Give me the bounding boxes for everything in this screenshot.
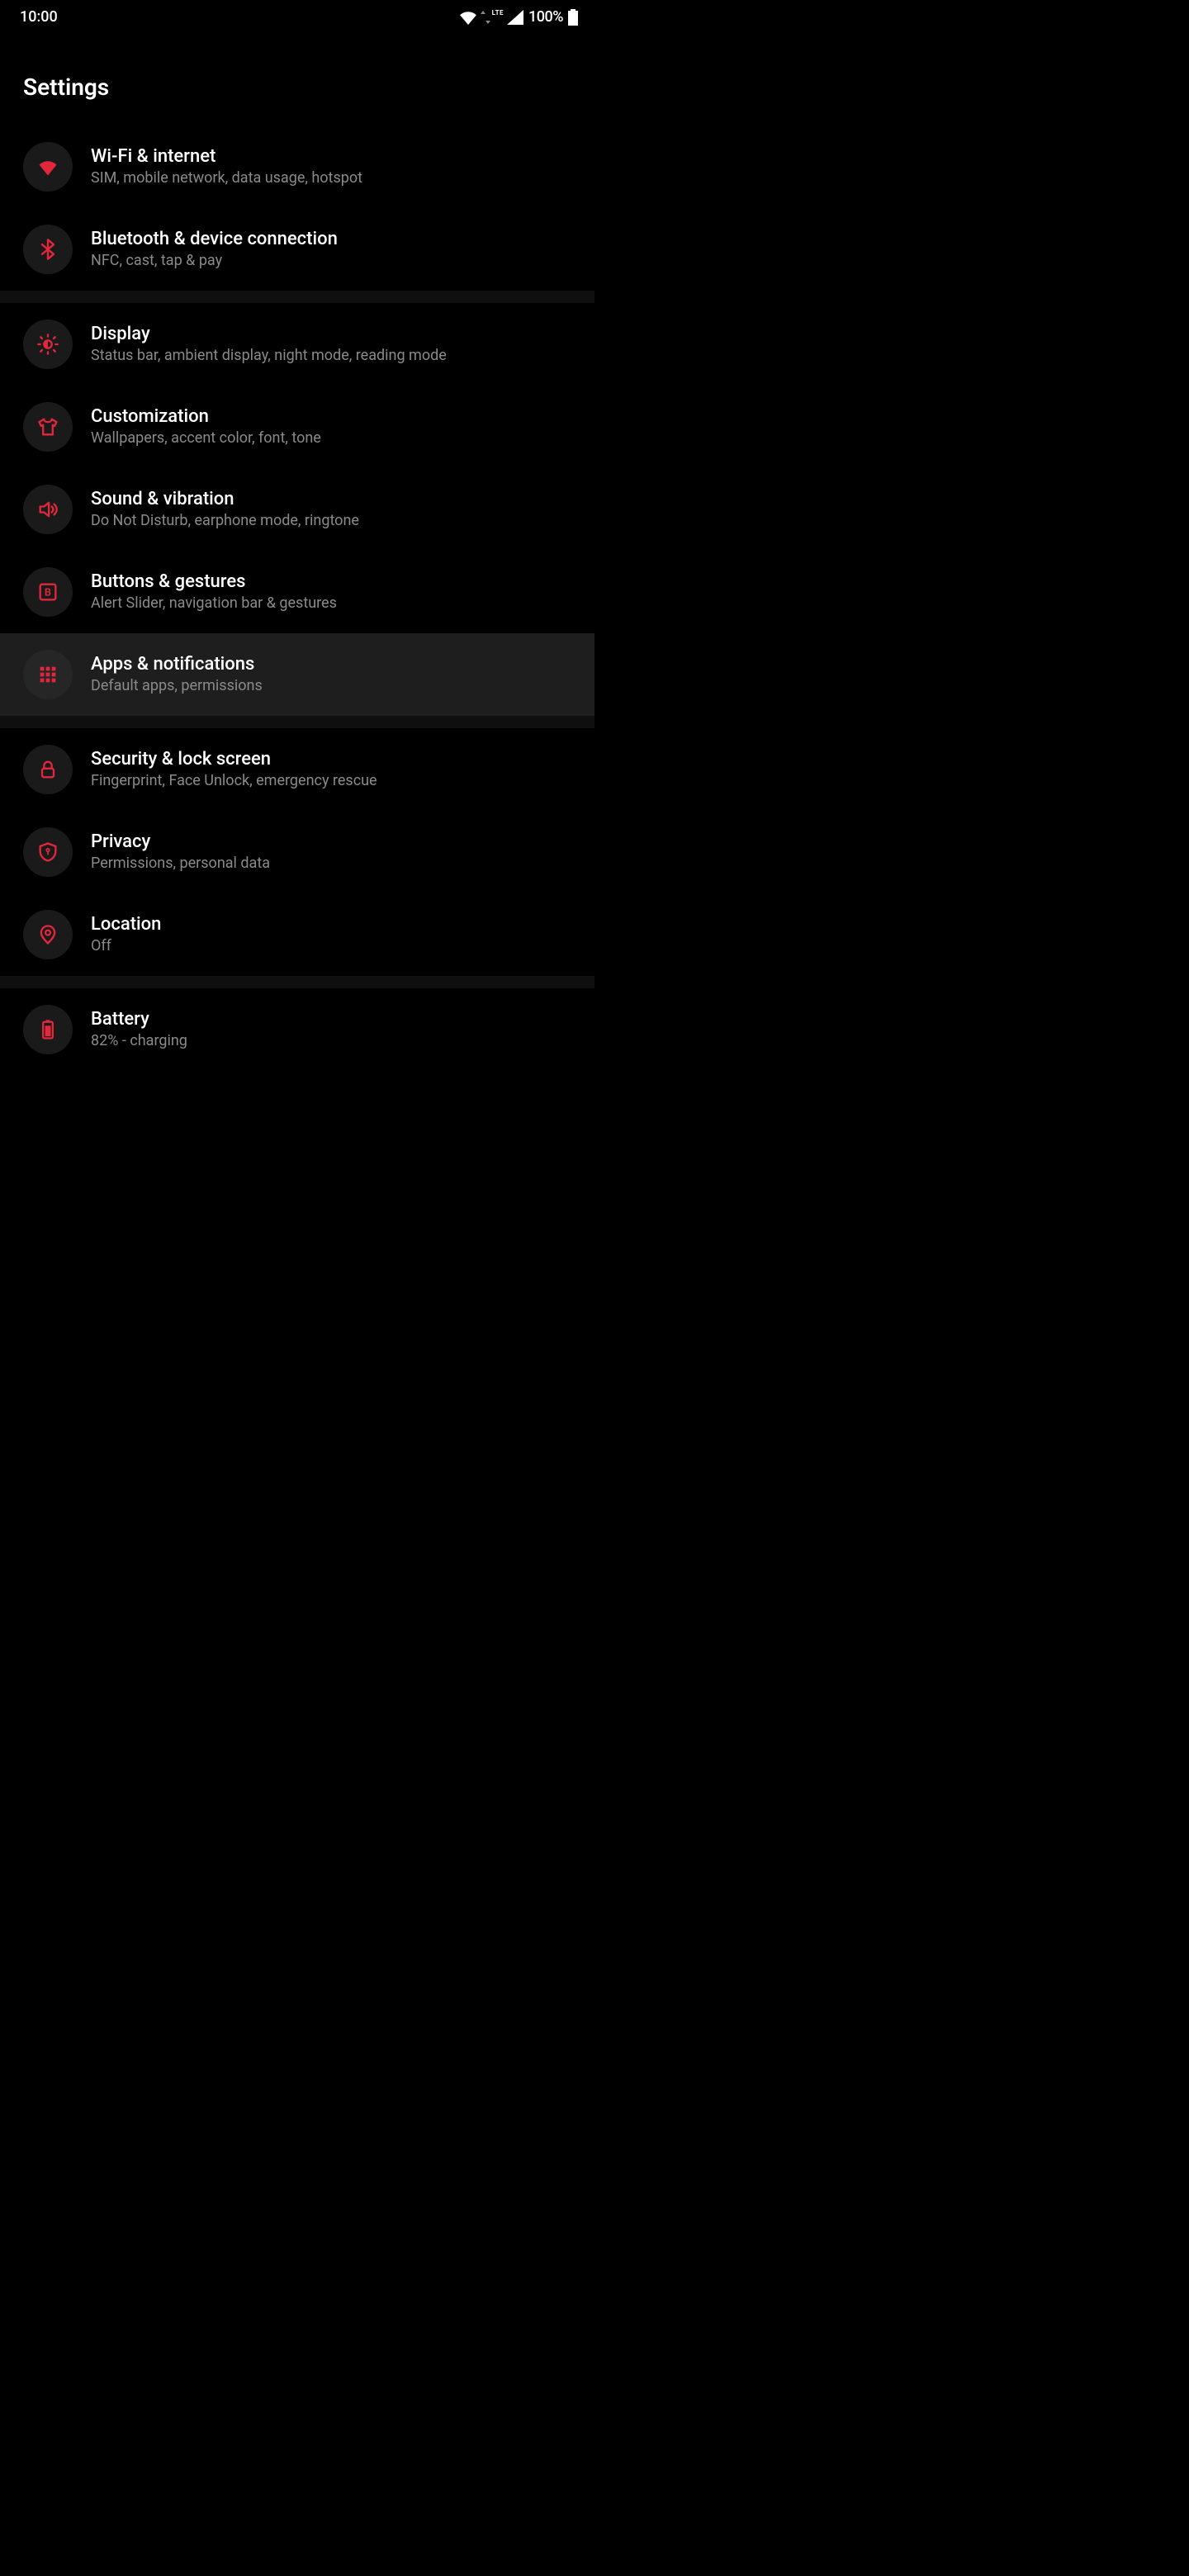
- network-type-label: LTE: [492, 9, 504, 17]
- settings-item-title: Buttons & gestures: [91, 571, 337, 592]
- settings-item-subtitle: Fingerprint, Face Unlock, emergency resc…: [91, 771, 377, 790]
- battery-percentage: 100%: [528, 8, 563, 26]
- wifi-icon: [23, 142, 73, 192]
- status-bar: 10:00 LTE 100%: [0, 0, 594, 32]
- tshirt-icon: [23, 402, 73, 452]
- lock-icon: [23, 745, 73, 794]
- settings-item-title: Apps & notifications: [91, 654, 263, 675]
- settings-item-subtitle: NFC, cast, tap & pay: [91, 251, 338, 270]
- settings-item-subtitle: Permissions, personal data: [91, 854, 270, 873]
- settings-item-subtitle: Do Not Disturb, earphone mode, ringtone: [91, 511, 359, 530]
- settings-item-subtitle: SIM, mobile network, data usage, hotspot: [91, 168, 362, 187]
- cell-signal-icon: [507, 10, 523, 25]
- data-arrows-icon: [481, 10, 490, 25]
- settings-item-privacy[interactable]: Privacy Permissions, personal data: [0, 811, 594, 893]
- settings-item-title: Location: [91, 914, 161, 935]
- page-title: Settings: [0, 32, 594, 125]
- settings-list: Wi-Fi & internet SIM, mobile network, da…: [0, 125, 594, 1071]
- settings-item-subtitle: Default apps, permissions: [91, 676, 263, 695]
- status-time: 10:00: [20, 8, 58, 26]
- speaker-icon: [23, 485, 73, 534]
- settings-item-subtitle: Status bar, ambient display, night mode,…: [91, 346, 447, 365]
- bluetooth-icon: [23, 225, 73, 274]
- group-divider: [0, 716, 594, 728]
- settings-item-title: Security & lock screen: [91, 749, 377, 769]
- status-right: LTE 100%: [459, 8, 578, 26]
- settings-item-location[interactable]: Location Off: [0, 893, 594, 976]
- settings-item-battery[interactable]: Battery 82% - charging: [0, 988, 594, 1071]
- wifi-signal-icon: [459, 10, 477, 25]
- battery-icon: [568, 9, 578, 26]
- button-b-icon: B: [23, 567, 73, 617]
- group-divider: [0, 291, 594, 303]
- settings-item-title: Display: [91, 324, 447, 344]
- group-divider: [0, 976, 594, 988]
- apps-grid-icon: [23, 650, 73, 699]
- settings-item-wifi[interactable]: Wi-Fi & internet SIM, mobile network, da…: [0, 125, 594, 208]
- brightness-icon: [23, 320, 73, 369]
- settings-item-subtitle: Alert Slider, navigation bar & gestures: [91, 594, 337, 613]
- settings-item-title: Privacy: [91, 831, 270, 852]
- settings-item-customization[interactable]: Customization Wallpapers, accent color, …: [0, 386, 594, 468]
- shield-icon: [23, 827, 73, 877]
- settings-item-title: Bluetooth & device connection: [91, 229, 338, 249]
- settings-item-subtitle: Off: [91, 936, 161, 955]
- svg-text:B: B: [45, 587, 51, 599]
- battery-icon-item: [23, 1005, 73, 1054]
- settings-item-title: Wi-Fi & internet: [91, 146, 362, 167]
- settings-item-title: Battery: [91, 1009, 187, 1030]
- settings-item-bluetooth[interactable]: Bluetooth & device connection NFC, cast,…: [0, 208, 594, 291]
- settings-item-sound[interactable]: Sound & vibration Do Not Disturb, earpho…: [0, 468, 594, 551]
- settings-item-subtitle: 82% - charging: [91, 1031, 187, 1050]
- settings-item-display[interactable]: Display Status bar, ambient display, nig…: [0, 303, 594, 386]
- location-pin-icon: [23, 910, 73, 959]
- settings-item-buttons[interactable]: B Buttons & gestures Alert Slider, navig…: [0, 551, 594, 633]
- settings-item-security[interactable]: Security & lock screen Fingerprint, Face…: [0, 728, 594, 811]
- settings-item-title: Sound & vibration: [91, 489, 359, 509]
- settings-item-apps[interactable]: Apps & notifications Default apps, permi…: [0, 633, 594, 716]
- settings-item-title: Customization: [91, 406, 321, 427]
- settings-item-subtitle: Wallpapers, accent color, font, tone: [91, 429, 321, 447]
